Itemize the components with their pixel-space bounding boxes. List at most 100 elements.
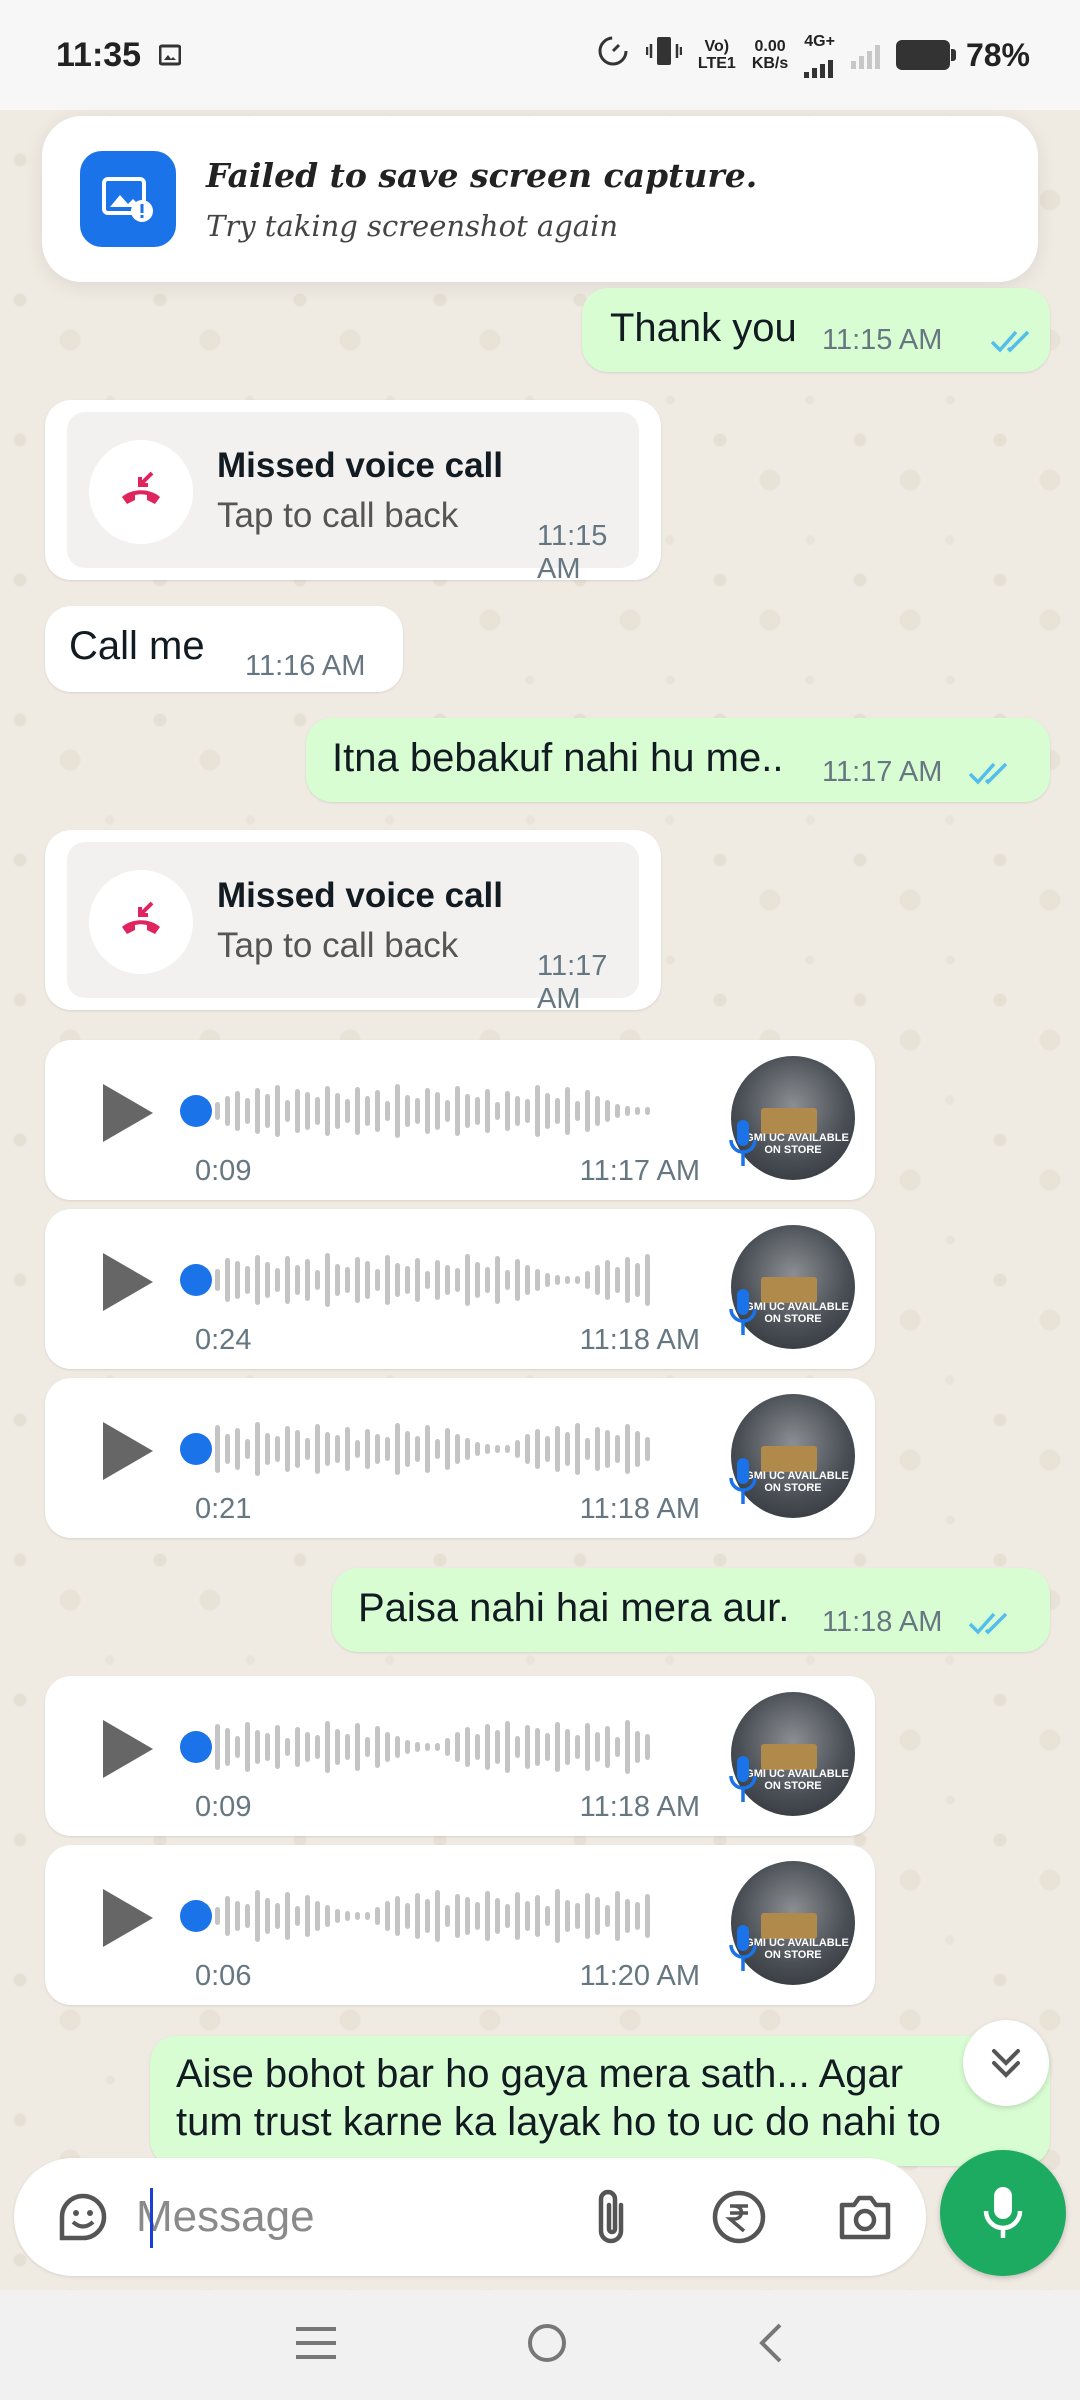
waveform-bar: [315, 1901, 320, 1931]
message-bubble-outgoing[interactable]: Itna bebakuf nahi hu me.. 11:17 AM: [306, 718, 1050, 802]
playback-position-dot[interactable]: [180, 1731, 212, 1763]
missed-call-card[interactable]: Missed voice call Tap to call back 11:17…: [67, 842, 639, 1015]
message-time: 11:17 AM: [537, 950, 608, 1015]
home-button-icon[interactable]: [525, 2321, 569, 2370]
playback-position-dot[interactable]: [180, 1095, 212, 1127]
avatar-crate: [761, 1446, 817, 1472]
message-bubble-outgoing[interactable]: Thank you 11:15 AM: [582, 288, 1050, 372]
waveform-bar: [525, 1099, 530, 1123]
waveform-bar: [305, 1732, 310, 1762]
voice-message-bubble[interactable]: 0:21 11:18 AM BGMI UC AVAILABLE ON STORE: [45, 1378, 875, 1538]
voice-message-bubble[interactable]: 0:09 11:18 AM BGMI UC AVAILABLE ON STORE: [45, 1676, 875, 1836]
play-icon[interactable]: [97, 1418, 157, 1484]
message-bubble-outgoing[interactable]: Paisa nahi hai mera aur. 11:18 AM: [332, 1568, 1050, 1652]
waveform-bar: [215, 1724, 220, 1770]
scroll-to-bottom-button[interactable]: [963, 2020, 1049, 2106]
voice-message-bubble[interactable]: 0:06 11:20 AM BGMI UC AVAILABLE ON STORE: [45, 1845, 875, 2005]
waveform-bar: [435, 1439, 440, 1459]
waveform-bar: [215, 1269, 220, 1291]
waveform-bar: [645, 1107, 650, 1115]
waveform-bar: [495, 1730, 500, 1764]
waveform-bar: [575, 1101, 580, 1121]
message-input[interactable]: [136, 2182, 566, 2252]
camera-icon[interactable]: [830, 2182, 900, 2252]
voice-note-mic-icon: [729, 1289, 757, 1335]
missed-call-card[interactable]: Missed voice call Tap to call back 11:15…: [67, 412, 639, 585]
waveform-bar: [475, 1097, 480, 1125]
message-bubble-incoming[interactable]: Call me 11:16 AM: [45, 606, 403, 692]
waveform-bar: [255, 1890, 260, 1942]
network-speed: 0.00 KB/s: [752, 38, 788, 72]
waveform-bar: [255, 1255, 260, 1305]
playback-position-dot[interactable]: [180, 1900, 212, 1932]
waveform-bar: [415, 1436, 420, 1462]
waveform-bar: [445, 1265, 450, 1295]
waveform-bar: [345, 1734, 350, 1760]
voice-record-button[interactable]: [940, 2150, 1066, 2276]
waveform-bar: [505, 1270, 510, 1290]
voice-waveform[interactable]: [215, 1078, 739, 1144]
missed-call-bubble[interactable]: Missed voice call Tap to call back 11:15…: [45, 400, 661, 585]
waveform-bar: [645, 1734, 650, 1760]
waveform-bar: [225, 1728, 230, 1766]
message-time: 11:20 AM: [579, 1960, 700, 1992]
waveform-bar: [345, 1911, 350, 1921]
recents-menu-icon[interactable]: [294, 2325, 338, 2366]
voice-waveform[interactable]: [215, 1883, 739, 1949]
message-text: Call me: [69, 624, 205, 668]
screenshot-toast[interactable]: Failed to save screen capture. Try takin…: [42, 116, 1038, 282]
waveform-bar: [625, 1257, 630, 1303]
waveform-bar: [265, 1733, 270, 1761]
playback-position-dot[interactable]: [180, 1433, 212, 1465]
waveform-bar: [265, 1094, 270, 1128]
waveform-bar: [515, 1440, 520, 1458]
waveform-bar: [635, 1263, 640, 1297]
waveform-bar: [285, 1100, 290, 1122]
waveform-bar: [375, 1434, 380, 1464]
waveform-bar: [395, 1263, 400, 1297]
waveform-bar: [505, 1445, 510, 1453]
waveform-bar: [445, 1905, 450, 1927]
waveform-bar: [595, 1732, 600, 1762]
waveform-bar: [475, 1442, 480, 1456]
play-icon[interactable]: [97, 1080, 157, 1146]
voice-note-mic-icon: [729, 1756, 757, 1802]
sticker-icon[interactable]: [48, 2182, 118, 2252]
speed-unit: KB/s: [751, 55, 789, 72]
voice-waveform[interactable]: [215, 1416, 739, 1482]
waveform-bar: [385, 1101, 390, 1121]
play-icon[interactable]: [97, 1249, 157, 1315]
waveform-bar: [505, 1904, 510, 1928]
voice-waveform[interactable]: [215, 1714, 739, 1780]
voice-message-bubble[interactable]: 0:09 11:17 AM BGMI UC AVAILABLE ON STORE: [45, 1040, 875, 1200]
waveform-bar: [215, 1425, 220, 1473]
attach-icon[interactable]: [576, 2182, 646, 2252]
waveform-bar: [605, 1905, 610, 1927]
waveform-bar: [615, 1104, 620, 1118]
message-text: Thank you: [610, 306, 797, 350]
missed-call-bubble[interactable]: Missed voice call Tap to call back 11:17…: [45, 830, 661, 1015]
waveform-bar: [285, 1892, 290, 1940]
playback-position-dot[interactable]: [180, 1264, 212, 1296]
waveform-bar: [275, 1085, 280, 1137]
waveform-bar: [565, 1729, 570, 1765]
waveform-bar: [515, 1892, 520, 1940]
toast-title: Failed to save screen capture.: [206, 155, 758, 195]
play-icon[interactable]: [97, 1885, 157, 1951]
play-icon[interactable]: [97, 1716, 157, 1782]
waveform-bar: [545, 1733, 550, 1761]
waveform-bar: [465, 1438, 470, 1460]
back-button-icon[interactable]: [756, 2321, 786, 2370]
waveform-bar: [495, 1898, 500, 1934]
message-time: 11:15 AM: [822, 324, 943, 356]
waveform-bar: [335, 1435, 340, 1463]
data-saver-icon: [596, 34, 630, 76]
rupee-payment-icon[interactable]: [704, 2182, 774, 2252]
message-bubble-outgoing[interactable]: Aise bohot bar ho gaya mera sath... Agar…: [150, 2036, 1050, 2166]
waveform-bar: [435, 1890, 440, 1942]
waveform-bar: [365, 1261, 370, 1299]
voice-message-bubble[interactable]: 0:24 11:18 AM BGMI UC AVAILABLE ON STORE: [45, 1209, 875, 1369]
waveform-bar: [415, 1742, 420, 1752]
voice-waveform[interactable]: [215, 1247, 739, 1313]
waveform-bar: [355, 1087, 360, 1135]
